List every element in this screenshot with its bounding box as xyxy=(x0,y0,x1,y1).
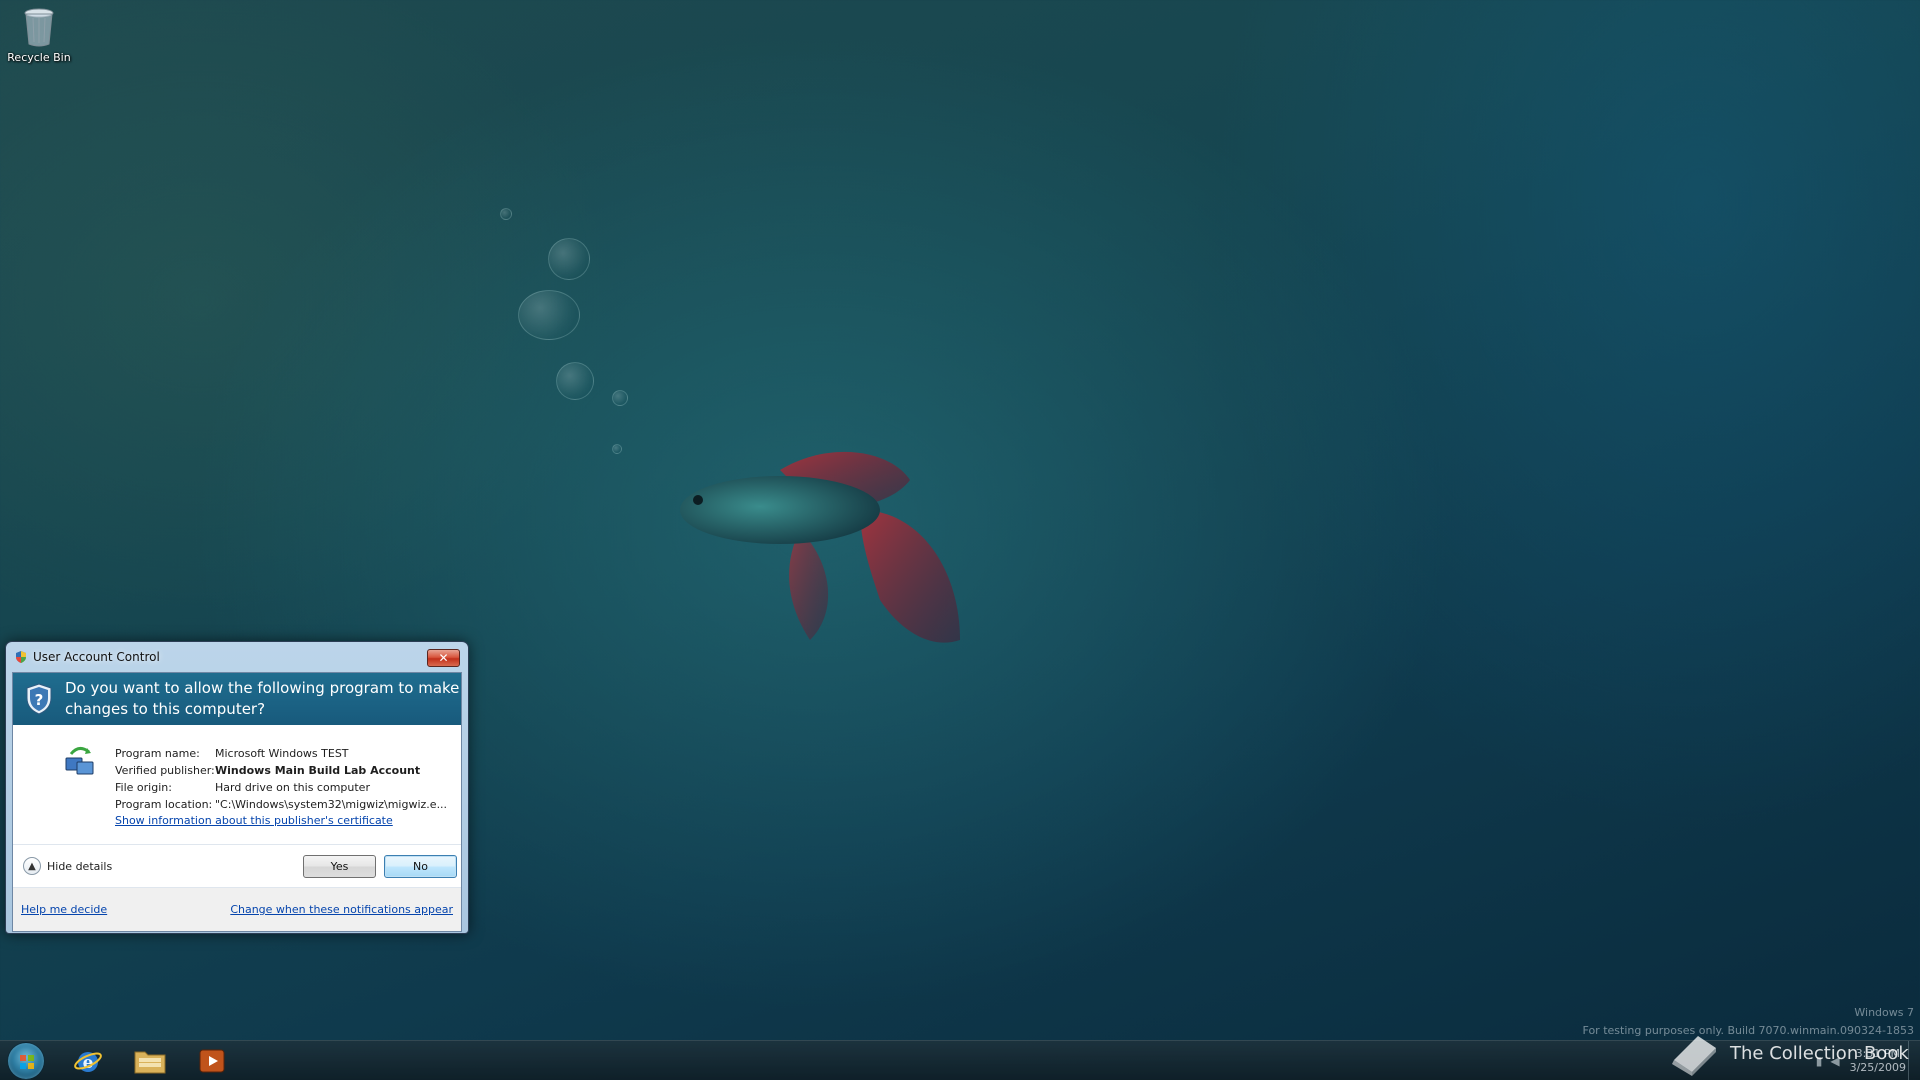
brand-text: The Collection Book xyxy=(1730,1042,1909,1064)
windows-logo-icon xyxy=(20,1055,34,1069)
help-me-decide-link[interactable]: Help me decide xyxy=(21,903,107,916)
detail-row-program-location: Program location: "C:\Windows\system32\m… xyxy=(115,798,448,811)
watermark-os: Windows 7 xyxy=(1854,1006,1914,1019)
hide-details-label: Hide details xyxy=(47,859,113,873)
bubble xyxy=(612,390,628,406)
betta-fish-image xyxy=(680,451,960,643)
program-icon xyxy=(65,747,94,775)
detail-row-publisher: Verified publisher: Windows Main Build L… xyxy=(115,764,421,777)
uac-titlebar[interactable]: User Account Control ✕ xyxy=(12,642,462,672)
taskbar-media-player[interactable] xyxy=(184,1043,240,1079)
yes-button[interactable]: Yes xyxy=(303,855,376,878)
bubble xyxy=(500,208,512,220)
uac-question-banner: ? Do you want to allow the following pro… xyxy=(13,673,461,725)
book-icon xyxy=(1672,1036,1716,1076)
desktop-icon-recycle-bin[interactable]: Recycle Bin xyxy=(4,4,74,76)
uac-body: ? Do you want to allow the following pro… xyxy=(12,672,462,932)
chevron-up-icon: ▲ xyxy=(23,857,41,875)
close-icon: ✕ xyxy=(438,651,449,665)
taskbar-internet-explorer[interactable]: e xyxy=(60,1043,116,1079)
uac-title: User Account Control xyxy=(33,650,160,664)
detail-row-program-name: Program name: Microsoft Windows TEST xyxy=(115,747,349,760)
bubble xyxy=(548,238,590,280)
uac-footer: Help me decide Change when these notific… xyxy=(13,887,461,931)
program-details: Program name: Microsoft Windows TEST Ver… xyxy=(13,725,461,844)
desktop-icon-label: Recycle Bin xyxy=(7,51,71,64)
uac-question: Do you want to allow the following progr… xyxy=(65,679,460,718)
question-shield-icon: ? xyxy=(26,683,52,715)
uac-dialog: User Account Control ✕ ? Do you want to … xyxy=(5,641,469,934)
brand-watermark: The Collection Book xyxy=(1668,1030,1909,1076)
detail-row-file-origin: File origin: Hard drive on this computer xyxy=(115,781,370,794)
uac-action-bar: ▲ Hide details Yes No xyxy=(13,844,461,887)
uac-shield-icon xyxy=(16,651,26,663)
media-player-icon xyxy=(199,1049,225,1073)
recycle-bin-icon xyxy=(19,4,59,50)
folder-icon xyxy=(134,1051,166,1074)
details-list: Program name: Microsoft Windows TEST Ver… xyxy=(115,745,447,828)
hide-details-toggle[interactable]: ▲ Hide details xyxy=(23,857,112,875)
internet-explorer-icon: e xyxy=(74,1052,102,1073)
certificate-link[interactable]: Show information about this publisher's … xyxy=(115,813,447,828)
svg-text:?: ? xyxy=(35,691,44,709)
taskbar: e ▮ ◀ 3:31 PM 3/25/2009 xyxy=(0,1040,1920,1080)
start-button[interactable] xyxy=(7,1042,45,1080)
show-desktop-button[interactable] xyxy=(1908,1041,1920,1080)
close-button[interactable]: ✕ xyxy=(427,649,460,667)
no-button[interactable]: No xyxy=(384,855,457,878)
change-notifications-link[interactable]: Change when these notifications appear xyxy=(230,903,453,916)
bubble xyxy=(612,444,622,454)
taskbar-windows-explorer[interactable] xyxy=(122,1043,178,1079)
bubble xyxy=(518,290,580,340)
bubble xyxy=(556,362,594,400)
